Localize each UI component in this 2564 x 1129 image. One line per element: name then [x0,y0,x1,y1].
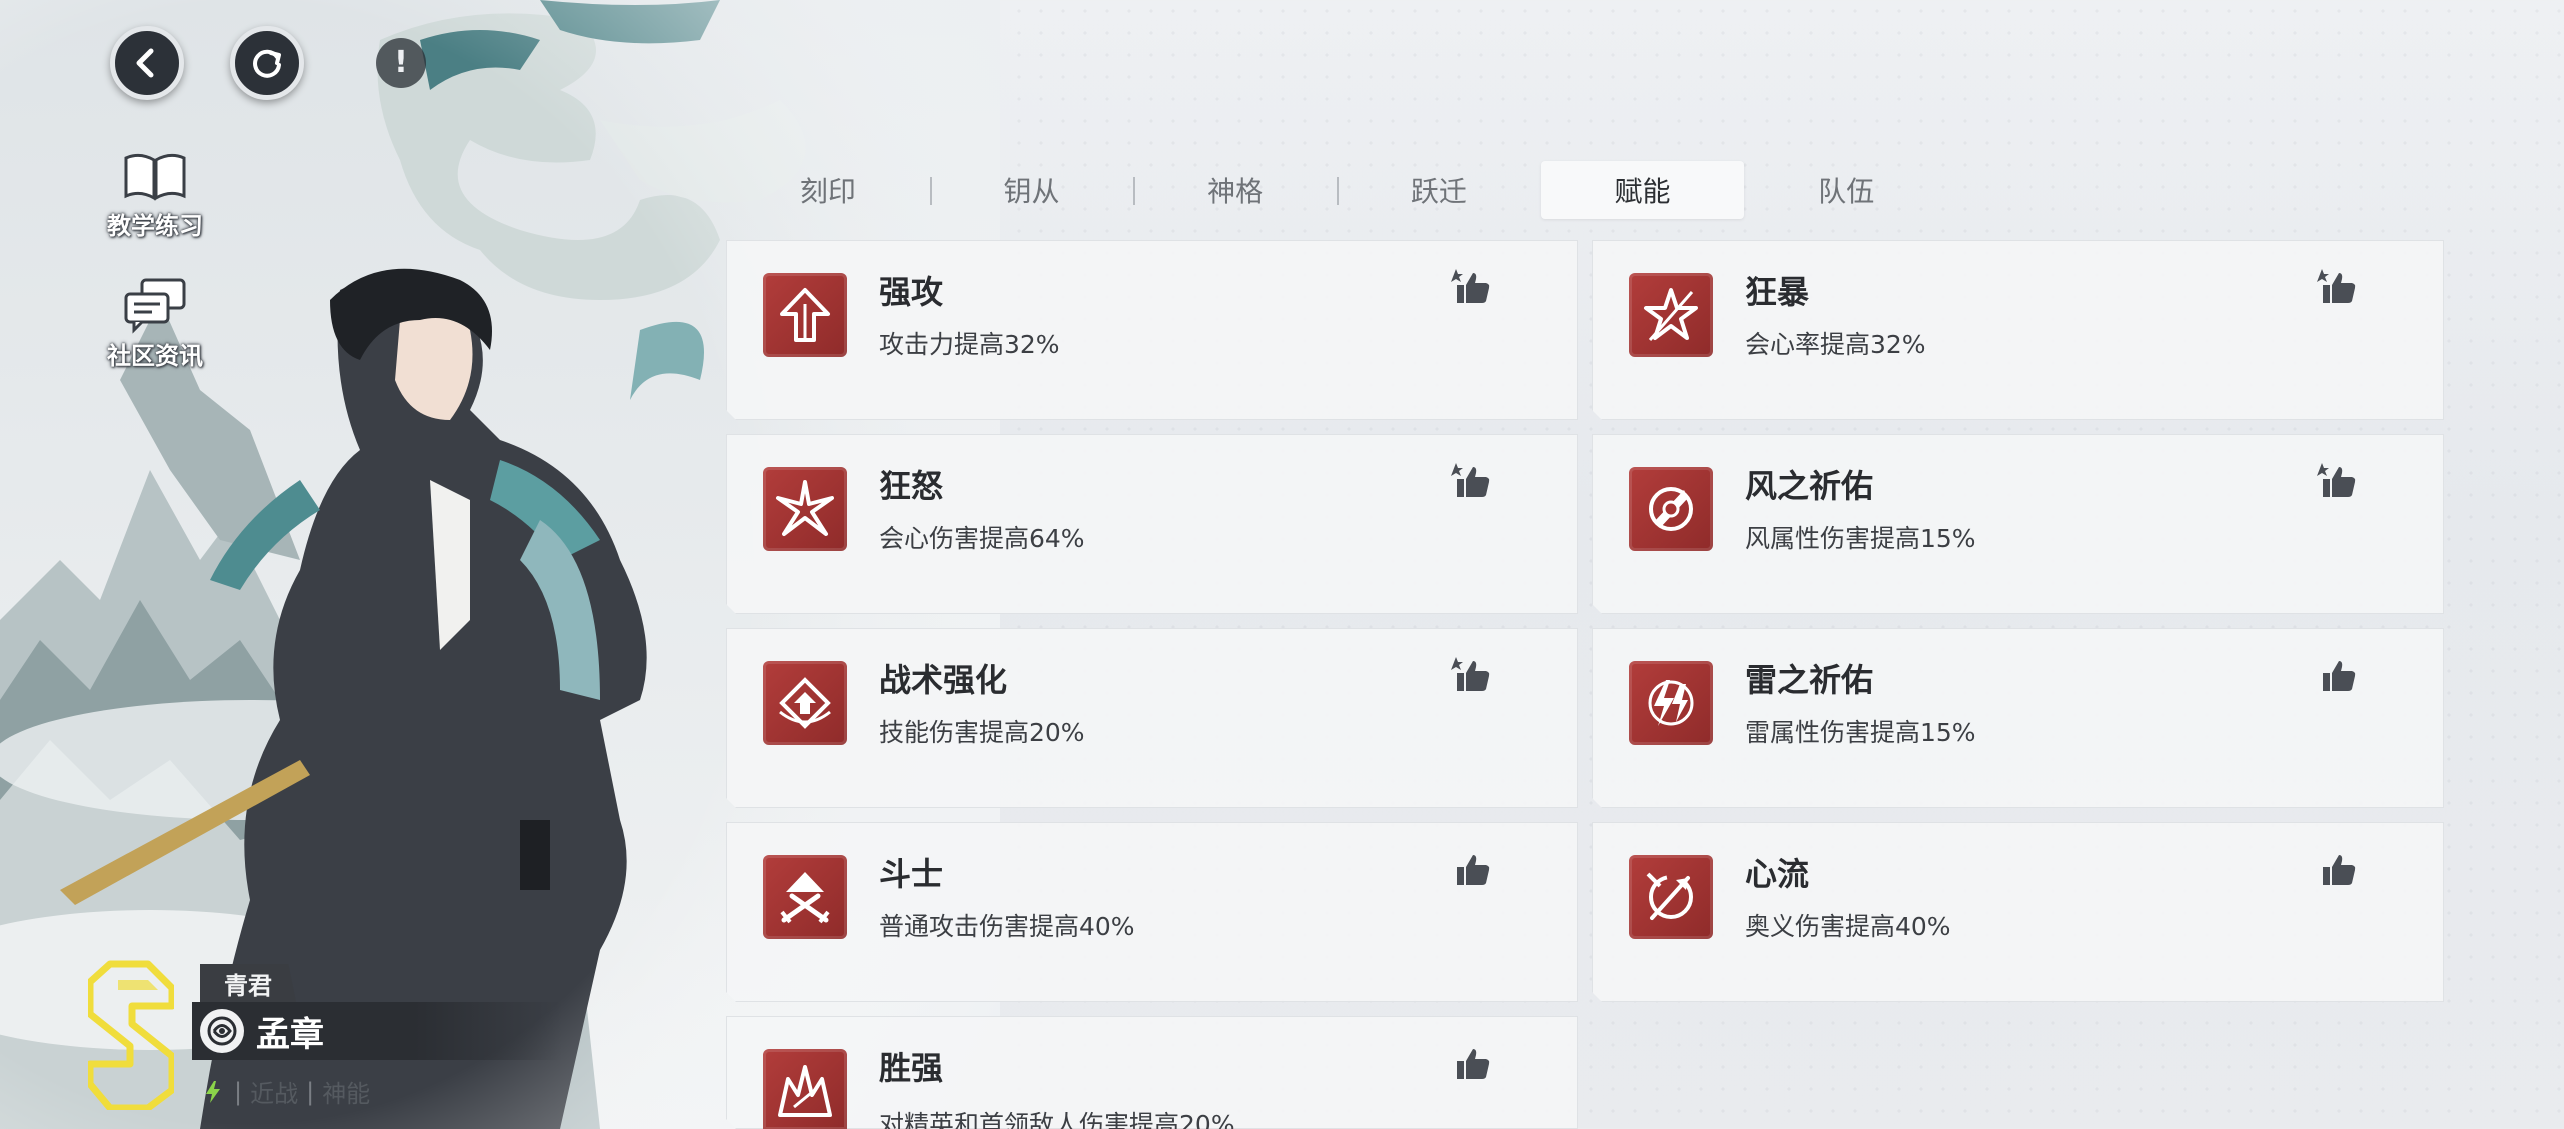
empower-card[interactable]: 狂怒 会心伤害提高64% [726,434,1578,614]
card-title: 心流 [1745,855,1810,893]
empower-card[interactable]: 狂暴 会心率提高32% [1592,240,2444,420]
crossed-swords-icon [763,855,847,939]
spiral-arrow-icon [1629,855,1713,939]
info-button[interactable]: ! [376,38,426,88]
refresh-button[interactable] [230,26,304,100]
chat-bubbles-icon [124,278,186,334]
thumbs-up-star-icon[interactable] [1449,265,1493,309]
lightning-emblem-icon [1629,661,1713,745]
tab-team[interactable]: 队伍 [1744,161,1948,219]
book-icon [124,153,186,201]
rank-badge: S [86,960,176,1112]
thumbs-up-icon[interactable] [1449,1041,1493,1085]
card-description: 对精英和首领敌人伤害提高20% [879,1110,1235,1129]
card-description: 奥义伤害提高40% [1745,912,1951,941]
card-title: 狂暴 [1745,273,1810,311]
character-name: 孟章 [256,1014,324,1055]
character-title: 青君 [200,964,296,1002]
lightning-type-icon [206,1080,220,1103]
card-title: 胜强 [879,1049,944,1087]
card-description: 技能伤害提高20% [879,718,1085,747]
arrow-up-icon [763,273,847,357]
tab-key-follower[interactable]: 钥从 [929,161,1134,219]
character-nameplate: S 青君 孟章 | 近战 | 神能 [86,952,608,1122]
card-description: 普通攻击伤害提高40% [879,912,1135,941]
card-description: 攻击力提高32% [879,330,1060,359]
back-button[interactable] [110,26,184,100]
thumbs-up-star-icon[interactable] [1449,459,1493,503]
thumbs-up-star-icon[interactable] [2315,459,2359,503]
info-label: ! [394,45,408,80]
card-description: 会心伤害提高64% [879,524,1085,553]
community-news-link[interactable]: 社区资讯 [80,276,230,371]
empower-card[interactable]: 强攻 攻击力提高32% [726,240,1578,420]
wind-element-icon [200,1009,244,1053]
empower-card[interactable]: 心流 奥义伤害提高40% [1592,822,2444,1002]
attack-type: 近战 [250,1080,299,1108]
thumbs-up-icon[interactable] [1449,847,1493,891]
tutorial-practice-label: 教学练习 [107,212,203,240]
card-description: 风属性伤害提高15% [1745,524,1976,553]
empower-card[interactable]: 斗士 普通攻击伤害提高40% [726,822,1578,1002]
card-title: 风之祈佑 [1745,467,1874,505]
thumbs-up-icon[interactable] [2315,653,2359,697]
tab-leap[interactable]: 跃迁 [1337,161,1541,219]
meta-separator: | [234,1077,243,1106]
thumbs-up-star-icon[interactable] [2315,265,2359,309]
character-name-bar: 孟章 [192,1002,562,1060]
meta-separator: | [306,1077,315,1106]
refresh-icon [253,49,281,78]
star-burst-icon [1629,273,1713,357]
empower-card[interactable]: 风之祈佑 风属性伤害提高15% [1592,434,2444,614]
card-description: 会心率提高32% [1745,330,1926,359]
character-role: 神能 [322,1080,371,1108]
card-title: 强攻 [879,273,944,311]
card-title: 战术强化 [879,661,1008,699]
card-title: 斗士 [879,855,944,893]
community-news-label: 社区资讯 [107,342,203,370]
character-meta: | 近战 | 神能 [200,1074,370,1109]
empower-card[interactable]: 雷之祈佑 雷属性伤害提高15% [1592,628,2444,808]
card-description: 雷属性伤害提高15% [1745,718,1976,747]
thumbs-up-icon[interactable] [2315,847,2359,891]
shatter-icon [763,467,847,551]
crown-burst-icon [763,1049,847,1129]
tactics-emblem-icon [763,661,847,745]
wind-emblem-icon [1629,467,1713,551]
card-title: 雷之祈佑 [1745,661,1874,699]
tab-engraving[interactable]: 刻印 [726,161,930,219]
empower-card[interactable]: 战术强化 技能伤害提高20% [726,628,1578,808]
thumbs-up-star-icon[interactable] [1449,653,1493,697]
tab-divinity[interactable]: 神格 [1133,161,1337,219]
card-title: 狂怒 [879,467,944,505]
empower-card[interactable]: 胜强 对精英和首领敌人伤害提高20% [726,1016,1578,1129]
tab-bar: 刻印 钥从 神格 跃迁 赋能 队伍 [726,160,1948,220]
tab-empower[interactable]: 赋能 [1540,161,1745,219]
arrow-left-icon [136,48,154,78]
tutorial-practice-link[interactable]: 教学练习 [80,150,230,241]
